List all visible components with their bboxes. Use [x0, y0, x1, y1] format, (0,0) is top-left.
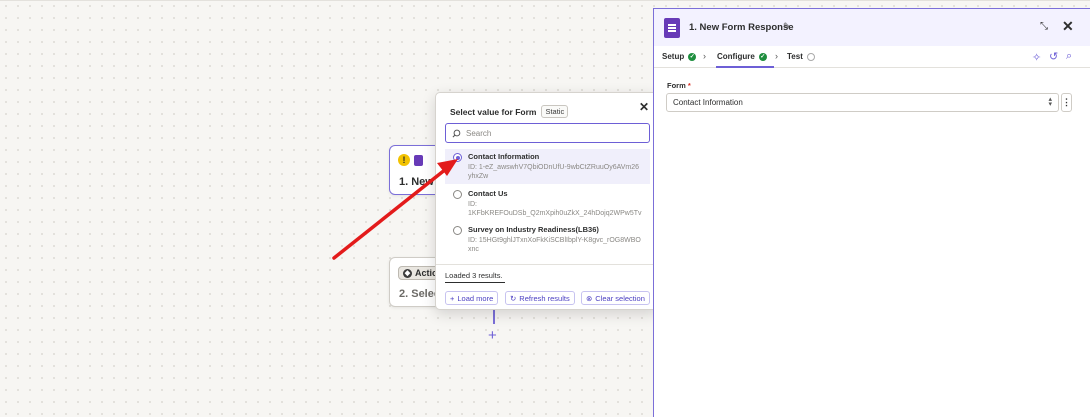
top-border: [0, 0, 1090, 1]
result-id: ID: 1-eZ_awswhV7QbiODnUfU-9wbCtZRuuOy6AV…: [468, 164, 640, 180]
google-forms-icon: [414, 154, 423, 166]
tab-label: Setup: [662, 52, 685, 61]
results-status: Loaded 3 results.: [445, 271, 503, 280]
radio-icon[interactable]: [453, 226, 462, 235]
result-option-contact-information[interactable]: Contact Information ID: 1-eZ_awswhV7QbiO…: [445, 149, 650, 184]
refresh-icon: ↻: [510, 293, 517, 303]
load-more-label: Load more: [457, 293, 494, 303]
panel-title[interactable]: 1. New Form Response: [689, 22, 794, 33]
radio-selected-icon[interactable]: [453, 153, 462, 162]
static-badge: Static: [541, 105, 569, 118]
close-icon[interactable]: ✕: [639, 100, 649, 114]
add-step-button[interactable]: +: [488, 328, 497, 343]
trigger-node-header: !: [398, 154, 423, 166]
plus-icon: +: [450, 293, 455, 303]
step-config-panel: 1. New Form Response ✎ ⤡ ✕ Setup ✓ › Con…: [653, 8, 1090, 417]
load-more-button[interactable]: + Load more: [445, 291, 499, 305]
result-name: Contact Us: [468, 189, 508, 198]
action-node-title: 2. Selec: [399, 288, 440, 300]
check-circle-icon: ✓: [758, 52, 767, 61]
required-mark: *: [687, 81, 691, 90]
chevron-right-icon: ›: [703, 51, 706, 61]
result-id: ID: 15HGt9ghlJTxnXoFkKiSCBlIbplY-K8gvc_r…: [468, 237, 641, 253]
search-field[interactable]: [445, 123, 650, 143]
google-forms-icon: [664, 18, 680, 38]
result-option-survey[interactable]: Survey on Industry Readiness(LB36) ID: 1…: [445, 222, 650, 257]
status-underline: [445, 282, 505, 283]
refresh-label: Refresh results: [519, 293, 570, 303]
clear-selection-button[interactable]: ⊗ Clear selection: [581, 291, 650, 305]
search-icon: [452, 129, 461, 137]
select-caret-icon: ▴ ▾: [1048, 96, 1052, 108]
search-input[interactable]: [466, 128, 636, 138]
form-value-picker: Select value for Form Static ✕ Contact I…: [435, 92, 658, 310]
result-name: Contact Information: [468, 152, 540, 161]
more-options-icon[interactable]: ⋮: [1061, 93, 1072, 112]
form-select[interactable]: Contact Information ▴ ▾: [666, 93, 1059, 112]
tab-test[interactable]: Test: [787, 52, 815, 61]
undo-icon[interactable]: ↺: [1049, 50, 1058, 63]
warning-icon: !: [398, 154, 410, 166]
sparkle-icon[interactable]: ✧: [1032, 51, 1041, 64]
result-id-label: ID:: [468, 201, 477, 208]
expand-icon[interactable]: ⤡: [1040, 21, 1048, 32]
form-select-value: Contact Information: [673, 98, 743, 107]
close-icon[interactable]: ✕: [1062, 18, 1074, 35]
tab-label: Configure: [717, 52, 755, 61]
picker-divider: [436, 264, 657, 265]
tab-label: Test: [787, 52, 803, 61]
picker-title: Select value for Form: [450, 106, 537, 117]
pending-circle-icon: [806, 52, 815, 61]
check-circle-icon: ✓: [688, 52, 697, 61]
tab-configure[interactable]: Configure ✓: [717, 52, 767, 61]
active-tab-indicator: [716, 66, 774, 68]
search-icon[interactable]: ⌕: [1066, 50, 1072, 63]
step-tabs: Setup ✓ › Configure ✓ › Test ✧ ↺ ⌕: [654, 46, 1090, 68]
edit-pencil-icon[interactable]: ✎: [783, 21, 791, 32]
chevron-right-icon: ›: [775, 51, 778, 61]
tab-setup[interactable]: Setup ✓: [662, 52, 697, 61]
picker-header: Select value for Form Static: [450, 105, 569, 118]
result-name: Survey on Industry Readiness(LB36): [468, 225, 599, 234]
result-id: 1KFbKREFOuDSb_Q2mXpih0uZkX_24hDojq2WPw5T…: [468, 210, 642, 217]
form-label-text: Form: [667, 81, 686, 90]
form-field-label: Form *: [667, 81, 691, 90]
clear-label: Clear selection: [595, 293, 645, 303]
panel-header: 1. New Form Response ✎ ⤡ ✕: [654, 9, 1090, 46]
action-dot-icon: ◆: [403, 268, 412, 278]
step-connector: [493, 310, 495, 324]
radio-icon[interactable]: [453, 190, 462, 199]
clear-icon: ⊗: [586, 293, 593, 303]
refresh-results-button[interactable]: ↻ Refresh results: [505, 291, 575, 305]
result-option-contact-us[interactable]: Contact Us ID: 1KFbKREFOuDSb_Q2mXpih0uZk…: [445, 186, 650, 221]
